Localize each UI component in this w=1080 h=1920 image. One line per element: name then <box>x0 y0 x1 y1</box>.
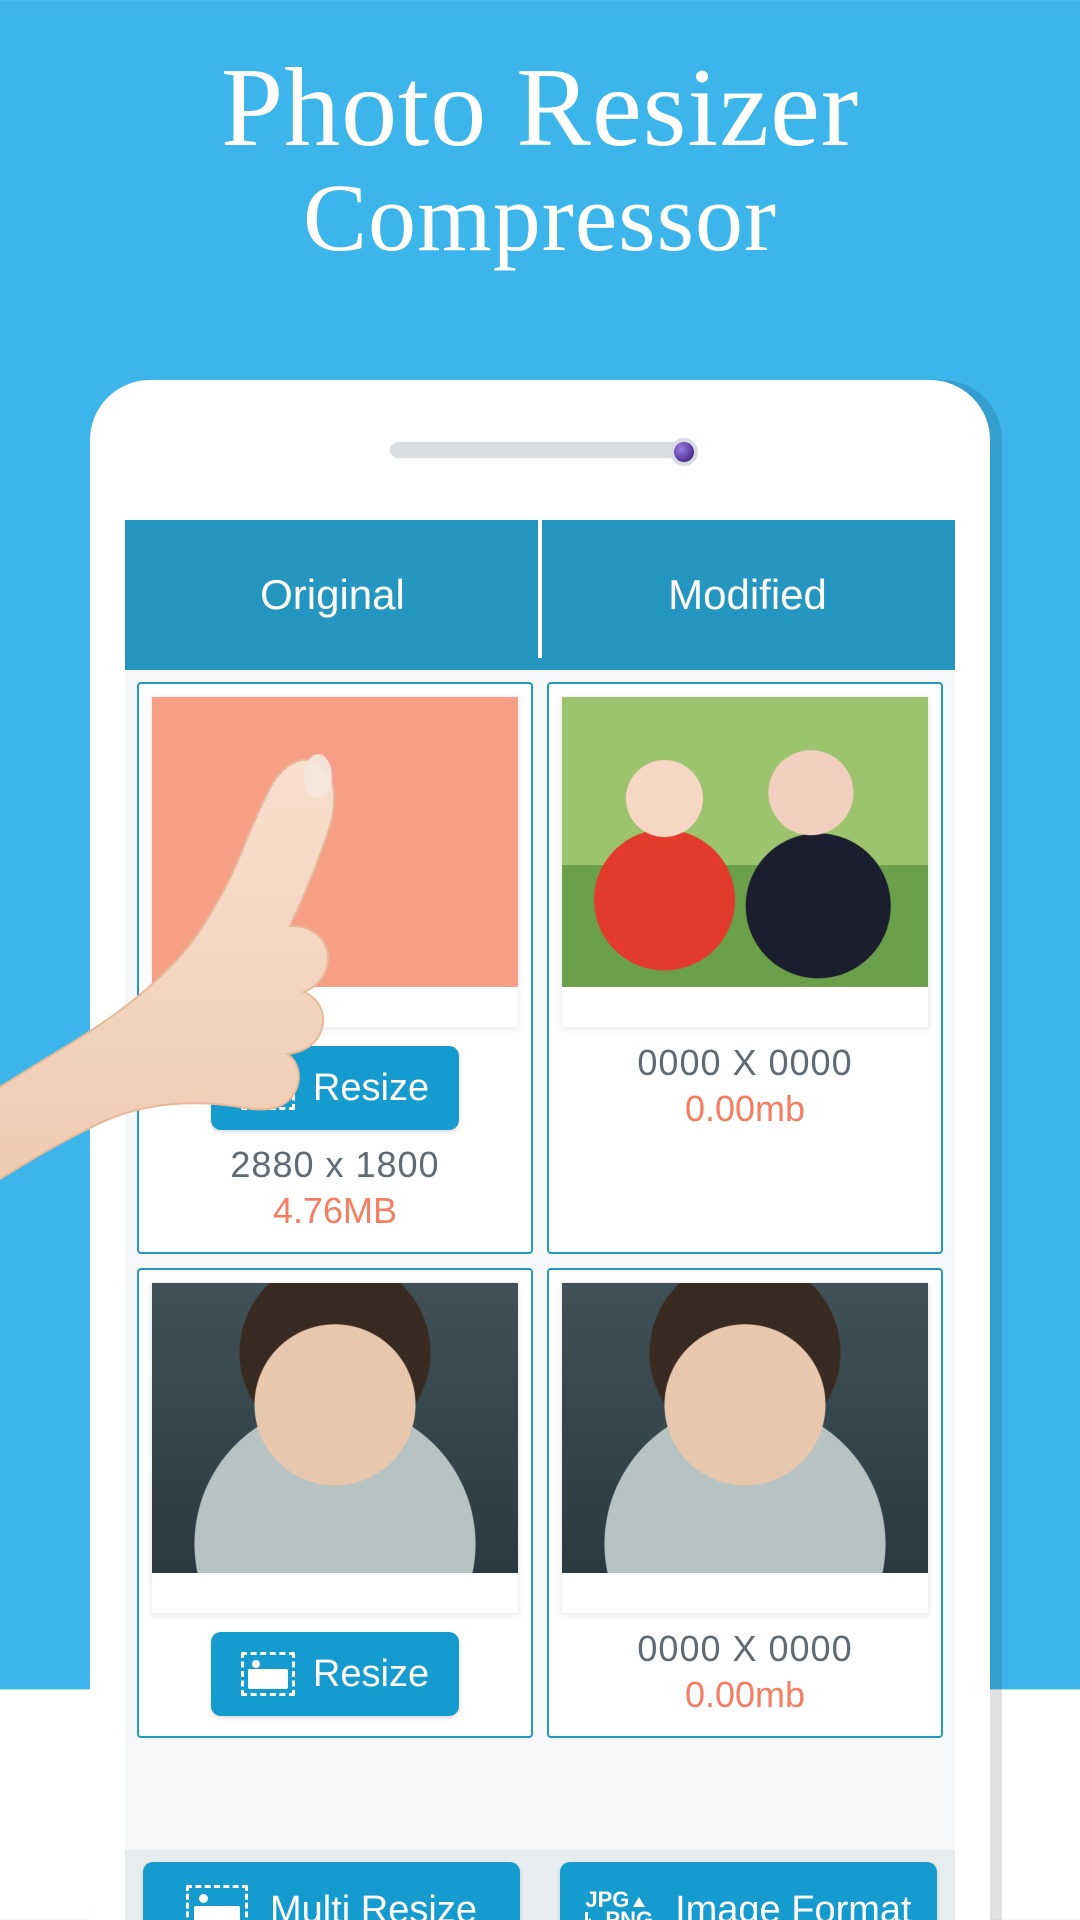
modified-dimensions: 0000 X 0000 <box>637 1628 852 1670</box>
phone-speaker-area <box>90 380 990 520</box>
content-list: Resize 2880 x 1800 4.76MB 0000 X 0000 0.… <box>125 670 955 1750</box>
modified-card: 0000 X 0000 0.00mb <box>547 1268 943 1738</box>
image-format-button[interactable]: JPG PNG Image Format <box>560 1862 937 1920</box>
tab-divider <box>538 515 542 658</box>
multi-resize-icon <box>186 1885 248 1920</box>
modified-card: 0000 X 0000 0.00mb <box>547 682 943 1254</box>
app-subtitle: Compressor <box>0 168 1080 269</box>
resize-icon <box>241 1066 295 1110</box>
original-filesize: 4.76MB <box>273 1190 397 1232</box>
tab-original-label: Original <box>260 571 405 619</box>
image-format-label: Image Format <box>675 1889 912 1920</box>
app-screen: Original Modified Resize <box>125 520 955 1920</box>
promo-header: Photo Resizer Compressor <box>0 0 1080 268</box>
thumbnail-frame[interactable] <box>561 696 929 1028</box>
camera-dot-icon <box>670 438 698 466</box>
multi-resize-button[interactable]: Multi Resize <box>143 1862 520 1920</box>
thumbnail-frame[interactable] <box>151 1282 519 1614</box>
tab-modified[interactable]: Modified <box>540 520 955 670</box>
modified-filesize: 0.00mb <box>685 1674 805 1716</box>
image-format-icon: JPG PNG <box>585 1890 653 1920</box>
polaroid-strip <box>562 987 928 1027</box>
polaroid-strip <box>152 987 518 1027</box>
original-card: Resize 2880 x 1800 4.76MB <box>137 682 533 1254</box>
resize-button-label: Resize <box>313 1067 429 1110</box>
original-card: Resize <box>137 1268 533 1738</box>
front-camera <box>670 438 698 466</box>
resize-button-label: Resize <box>313 1653 429 1696</box>
modified-filesize: 0.00mb <box>685 1088 805 1130</box>
thumbnail-frame[interactable] <box>151 696 519 1028</box>
multi-resize-label: Multi Resize <box>270 1889 477 1920</box>
phone-frame: Original Modified Resize <box>90 380 990 1920</box>
modified-thumbnail <box>562 1283 928 1573</box>
resize-button[interactable]: Resize <box>211 1046 459 1130</box>
modified-thumbnail <box>562 697 928 987</box>
tab-original[interactable]: Original <box>125 520 540 670</box>
image-row: Resize 2880 x 1800 4.76MB 0000 X 0000 0.… <box>137 682 943 1254</box>
original-dimensions: 2880 x 1800 <box>230 1144 439 1186</box>
app-title: Photo Resizer <box>0 50 1080 168</box>
resize-icon <box>241 1652 295 1696</box>
bottom-action-bar: Multi Resize JPG PNG Image Format <box>125 1850 955 1920</box>
modified-dimensions: 0000 X 0000 <box>637 1042 852 1084</box>
original-thumbnail <box>152 1283 518 1573</box>
tab-bar: Original Modified <box>125 520 955 670</box>
polaroid-strip <box>152 1573 518 1613</box>
original-thumbnail <box>152 697 518 987</box>
thumbnail-frame[interactable] <box>561 1282 929 1614</box>
resize-button[interactable]: Resize <box>211 1632 459 1716</box>
tab-modified-label: Modified <box>668 571 827 619</box>
polaroid-strip <box>562 1573 928 1613</box>
speaker-grille <box>390 442 690 458</box>
image-row: Resize 0000 X 0000 0.00mb <box>137 1268 943 1738</box>
